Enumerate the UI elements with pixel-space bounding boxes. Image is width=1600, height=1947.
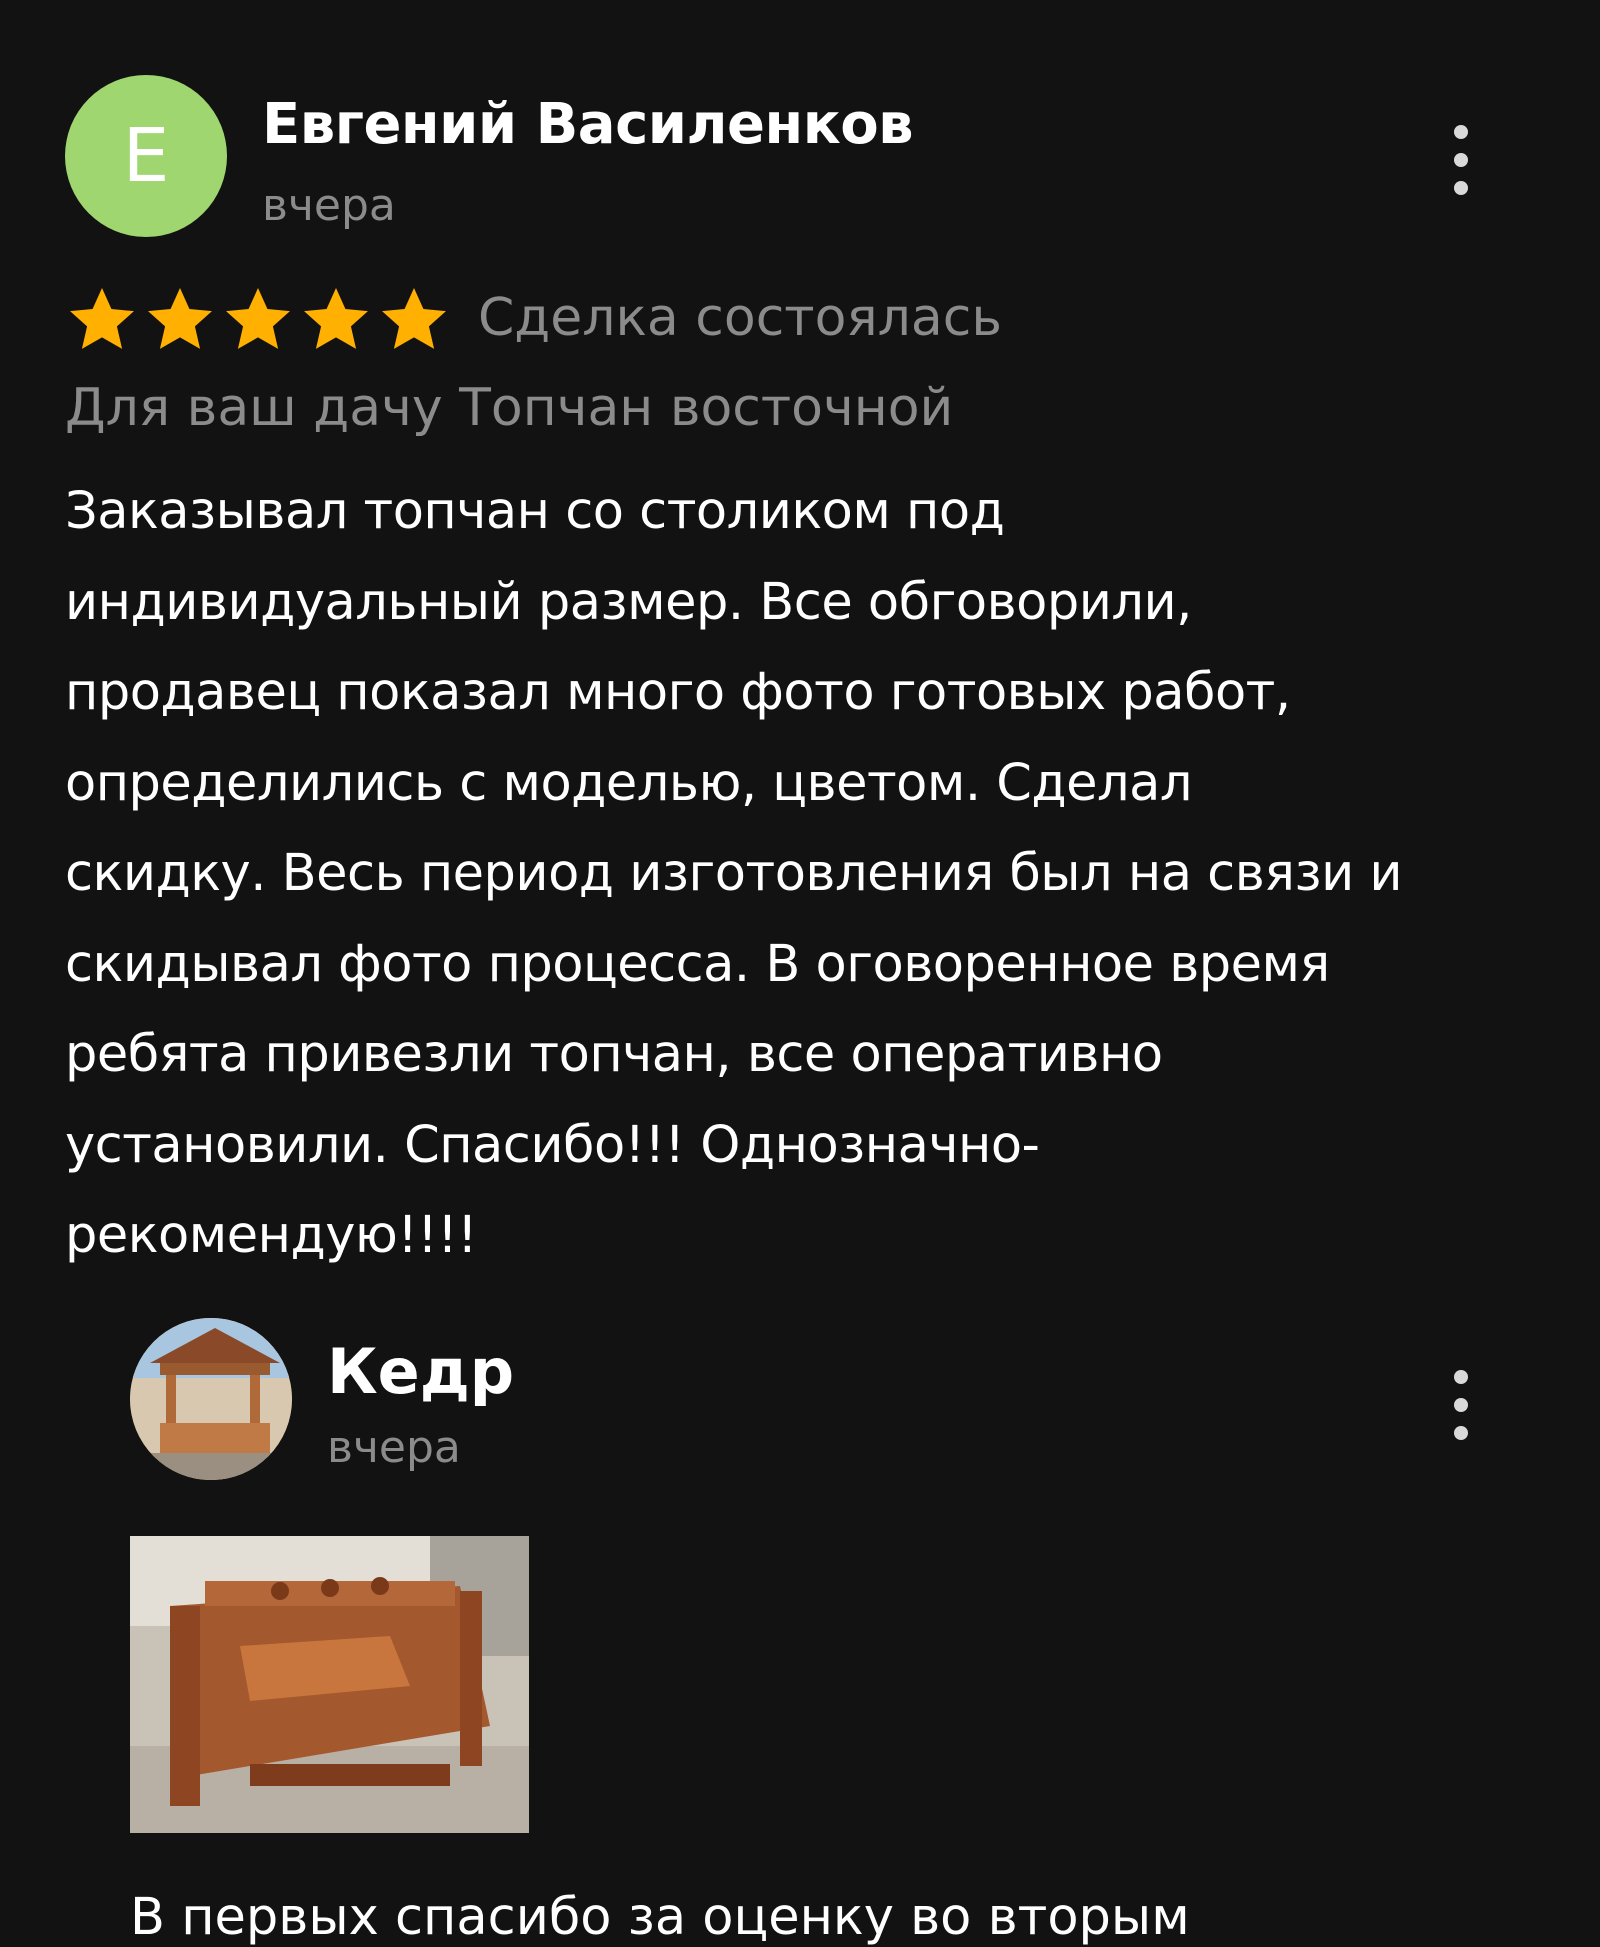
star-icon	[65, 285, 139, 355]
reply-date: вчера	[327, 1422, 461, 1473]
reply-menu-more-vert-icon[interactable]	[1446, 1370, 1476, 1440]
star-icon	[221, 285, 295, 355]
review-text: Заказывал топчан со столиком под индивид…	[65, 467, 1545, 1282]
review-text-line: рекомендую!!!!	[65, 1206, 478, 1265]
avatar-letter: Е	[122, 113, 170, 199]
review-text-line: установили. Спасибо!!! Однозначно-	[65, 1115, 1040, 1175]
reply-photo[interactable]	[130, 1536, 529, 1833]
review-text-line: скидывал фото процесса. В оговоренное вр…	[65, 934, 1330, 994]
review-text-line: ребята привезли топчан, все оперативно	[65, 1025, 1163, 1084]
deal-status: Сделка состоялась	[478, 288, 1003, 348]
author-avatar[interactable]: Е	[65, 75, 227, 237]
review-text-line: определились с моделью, цветом. Сделал	[65, 753, 1192, 813]
review-text-line: скидку. Весь период изготовления был на …	[65, 844, 1403, 903]
star-icon	[377, 285, 451, 355]
seller-name[interactable]: Кедр	[327, 1335, 514, 1408]
review-text-line: продавец показал много фото готовых рабо…	[65, 663, 1291, 722]
star-icon	[143, 285, 217, 355]
star-icon	[299, 285, 373, 355]
review-date: вчера	[262, 180, 396, 231]
review-text-line: Заказывал топчан со столиком под	[65, 482, 1005, 541]
seller-avatar[interactable]	[130, 1318, 292, 1480]
review-menu-more-vert-icon[interactable]	[1446, 125, 1476, 195]
reply-text: В первых спасибо за оценку во вторым	[130, 1888, 1190, 1947]
review-text-line: индивидуальный размер. Все обговорили,	[65, 572, 1192, 632]
rating-stars	[65, 285, 451, 355]
item-title[interactable]: Для ваш дачу Топчан восточной	[65, 378, 953, 438]
author-name[interactable]: Евгений Василенков	[262, 92, 914, 157]
